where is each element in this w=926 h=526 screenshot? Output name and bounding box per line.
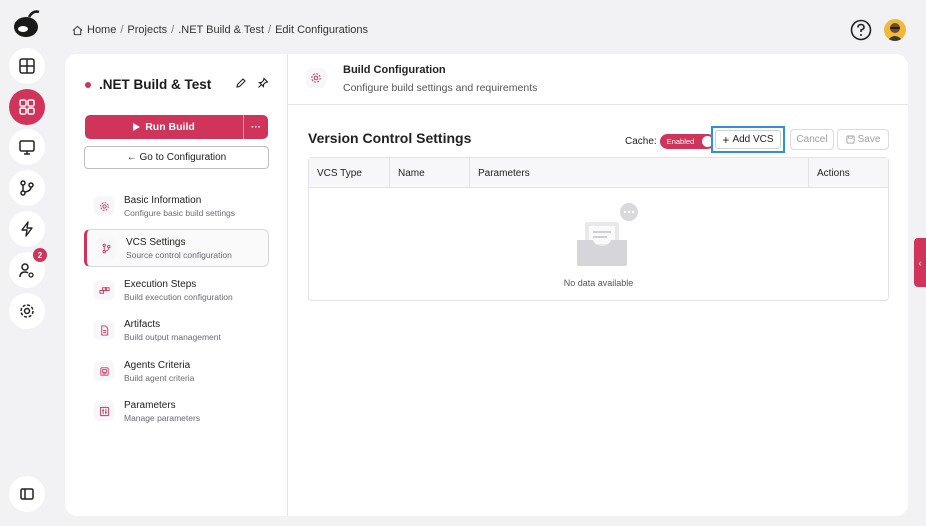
cache-control: Cache: Enabled [625, 134, 715, 149]
nav-sublabel: Manage parameters [124, 412, 201, 423]
sidebar-toggle-icon [20, 488, 34, 500]
nav-label: Agents Criteria [124, 359, 191, 371]
nav-label: Basic Information [124, 194, 202, 206]
column-header-vcs-type[interactable]: VCS Type [309, 158, 390, 188]
nav-label: Artifacts [124, 318, 161, 330]
git-branch-icon [20, 180, 34, 196]
breadcrumb-home[interactable]: Home [87, 24, 116, 36]
add-vcs-button[interactable]: + Add VCS [715, 130, 781, 149]
vcs-table: VCS Type Name Parameters Actions No data… [308, 157, 889, 301]
side-panel-tab[interactable]: ‹ [914, 238, 926, 287]
pin-icon[interactable] [257, 77, 269, 89]
run-build-label: Run Build [145, 121, 195, 133]
rail-lightning-button[interactable] [9, 211, 45, 247]
apps-grid-icon [19, 99, 35, 115]
nav-item-parameters[interactable]: Parameters Manage parameters [84, 392, 269, 430]
notification-badge: 2 [33, 248, 47, 262]
cancel-button[interactable]: Cancel [790, 129, 834, 150]
user-settings-icon [19, 263, 34, 278]
nav-label: Parameters [124, 399, 176, 411]
nav-sublabel: Build execution configuration [124, 291, 233, 302]
cache-label: Cache: [625, 136, 657, 147]
column-header-parameters[interactable]: Parameters [470, 158, 809, 188]
breadcrumb-separator: / [120, 24, 124, 36]
nav-item-vcs-settings[interactable]: VCS Settings Source control configuratio… [84, 229, 269, 267]
play-icon [133, 123, 141, 131]
rail-git-button[interactable] [9, 170, 45, 206]
help-icon[interactable] [850, 19, 872, 41]
nav-label: VCS Settings [126, 236, 186, 248]
home-icon [72, 25, 83, 35]
section-header: Build Configuration Configure build sett… [288, 54, 908, 105]
avatar[interactable] [884, 19, 906, 41]
rail-collapse-button[interactable] [9, 476, 45, 512]
nav-item-agents-criteria[interactable]: Agents Criteria Build agent criteria [84, 352, 269, 390]
sliders-icon [94, 401, 114, 421]
save-label: Save [857, 134, 881, 145]
cache-toggle[interactable]: Enabled [659, 134, 715, 149]
add-vcs-label: Add VCS [732, 134, 774, 145]
table-header: VCS Type Name Parameters Actions [309, 158, 888, 188]
build-config-gear-icon [306, 68, 326, 88]
branch-icon [96, 238, 116, 258]
dashboard-icon [19, 58, 35, 74]
save-button[interactable]: Save [837, 129, 889, 150]
app-logo-icon[interactable] [11, 8, 43, 40]
column-header-name[interactable]: Name [390, 158, 470, 188]
breadcrumb-current: Edit Configurations [275, 24, 369, 36]
chevron-left-icon: ‹ [918, 257, 922, 268]
vcs-settings-title: Version Control Settings [308, 130, 472, 146]
breadcrumb-separator: / [268, 24, 272, 36]
rail-settings-button[interactable] [9, 293, 45, 329]
section-title: Build Configuration [343, 64, 446, 76]
project-title-text: .NET Build & Test [99, 77, 212, 92]
run-build-button[interactable]: Run Build [85, 115, 244, 139]
lightning-icon [21, 221, 33, 237]
nav-item-artifacts[interactable]: Artifacts Build output management [84, 311, 269, 349]
go-to-configuration-button[interactable]: ← Go to Configuration [84, 146, 269, 169]
run-options-button[interactable]: ··· [244, 115, 268, 139]
nav-sublabel: Source control configuration [126, 249, 232, 260]
file-icon [94, 320, 114, 340]
monitor-icon [19, 140, 35, 155]
empty-state-text: No data available [563, 278, 634, 288]
steps-icon [94, 280, 114, 300]
plus-icon: + [722, 132, 730, 147]
section-subtitle: Configure build settings and requirement… [343, 82, 538, 94]
breadcrumb-separator: / [171, 24, 175, 36]
nav-item-basic-information[interactable]: Basic Information Configure basic build … [84, 187, 269, 225]
run-build-split-button: Run Build ··· [85, 115, 268, 139]
nav-item-execution-steps[interactable]: Execution Steps Build execution configur… [84, 271, 269, 309]
empty-inbox-icon [577, 203, 638, 266]
rail-user-settings-button[interactable]: 2 [9, 248, 47, 288]
nav-sublabel: Configure basic build settings [124, 207, 236, 218]
rail-apps-button[interactable] [9, 89, 45, 125]
settings-gear-icon [20, 304, 34, 318]
main-card: .NET Build & Test Run Build ··· ← Go to … [65, 54, 908, 516]
config-sidebar: .NET Build & Test Run Build ··· ← Go to … [65, 54, 288, 516]
rail-monitor-button[interactable] [9, 129, 45, 165]
column-header-actions: Actions [817, 167, 850, 179]
agent-icon [94, 361, 114, 381]
breadcrumb: Home / Projects / .NET Build & Test / Ed… [72, 24, 368, 36]
breadcrumb-projects[interactable]: Projects [127, 24, 167, 36]
project-title: .NET Build & Test [85, 77, 211, 92]
nav-label: Execution Steps [124, 278, 197, 290]
title-actions [235, 77, 269, 89]
status-dot [85, 81, 91, 88]
save-icon [846, 135, 855, 144]
edit-icon[interactable] [235, 77, 247, 89]
rail-dashboard-button[interactable] [9, 48, 45, 84]
icon-rail: 2 [0, 0, 52, 526]
gear-icon [94, 196, 114, 216]
add-vcs-focus-ring: + Add VCS [711, 126, 785, 153]
cache-toggle-label: Enabled [666, 137, 695, 146]
nav-sublabel: Build agent criteria [124, 372, 195, 383]
nav-sublabel: Build output management [124, 331, 221, 342]
breadcrumb-project[interactable]: .NET Build & Test [178, 24, 264, 36]
